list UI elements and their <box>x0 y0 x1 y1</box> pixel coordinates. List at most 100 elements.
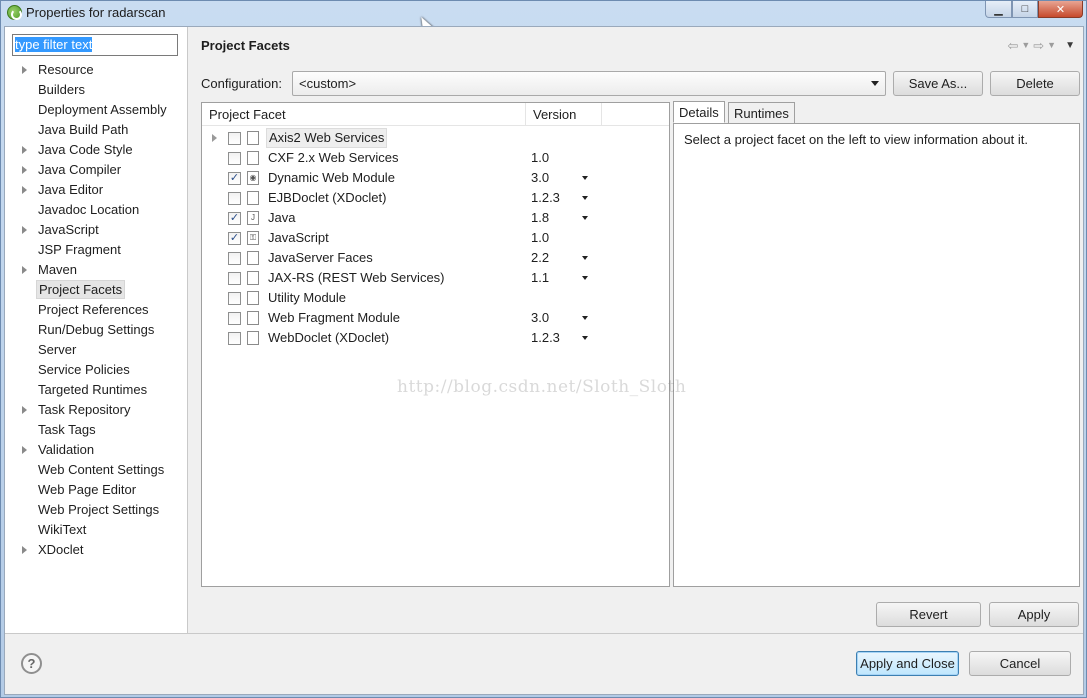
column-header-facet[interactable]: Project Facet <box>202 103 526 126</box>
facet-checkbox[interactable] <box>228 152 241 165</box>
tree-item[interactable]: Java Code Style <box>5 140 188 160</box>
tree-item[interactable]: Java Build Path <box>5 120 188 140</box>
facet-checkbox[interactable] <box>228 292 241 305</box>
tree-item[interactable]: Task Repository <box>5 400 188 420</box>
facet-version[interactable]: 1.0 <box>531 228 549 248</box>
facet-icon: ◉ <box>247 171 259 185</box>
facet-version[interactable]: 3.0 <box>531 168 549 188</box>
expand-arrow-icon[interactable] <box>22 266 27 274</box>
expand-arrow-icon[interactable] <box>22 226 27 234</box>
column-header-version[interactable]: Version <box>526 103 602 126</box>
cancel-button[interactable]: Cancel <box>969 651 1071 676</box>
facet-checkbox[interactable] <box>228 332 241 345</box>
tree-item[interactable]: Web Project Settings <box>5 500 188 520</box>
help-button[interactable]: ? <box>21 653 42 674</box>
facet-row[interactable]: CXF 2.x Web Services 1.0 <box>202 148 669 168</box>
tree-item[interactable]: Task Tags <box>5 420 188 440</box>
facet-checkbox[interactable] <box>228 272 241 285</box>
tree-item[interactable]: JavaScript <box>5 220 188 240</box>
revert-button[interactable]: Revert <box>876 602 981 627</box>
facet-row[interactable]: ✓ ◉ Dynamic Web Module 3.0 <box>202 168 669 188</box>
facet-checkbox[interactable] <box>228 132 241 145</box>
facet-row[interactable]: Axis2 Web Services <box>202 128 669 148</box>
page-title: Project Facets <box>201 38 290 53</box>
version-dropdown-icon[interactable] <box>582 256 588 260</box>
expand-arrow-icon[interactable] <box>22 166 27 174</box>
facet-version[interactable]: 1.2.3 <box>531 188 560 208</box>
back-arrow-icon[interactable]: ⇦ <box>1007 38 1018 54</box>
tree-item[interactable]: Builders <box>5 80 188 100</box>
window-title: Properties for radarscan <box>26 5 166 20</box>
facet-row[interactable]: JAX-RS (REST Web Services) 1.1 <box>202 268 669 288</box>
delete-button[interactable]: Delete <box>990 71 1080 96</box>
expand-arrow-icon[interactable] <box>22 146 27 154</box>
tree-item[interactable]: Web Page Editor <box>5 480 188 500</box>
expand-arrow-icon[interactable] <box>22 66 27 74</box>
tree-item[interactable]: Validation <box>5 440 188 460</box>
back-dropdown-icon[interactable]: ▼ <box>1021 38 1030 54</box>
configuration-select[interactable]: <custom> <box>292 71 886 96</box>
facet-row[interactable]: Utility Module <box>202 288 669 308</box>
tree-item[interactable]: Maven <box>5 260 188 280</box>
tree-item[interactable]: Project Facets <box>5 280 188 300</box>
tree-item[interactable]: Java Compiler <box>5 160 188 180</box>
facet-checkbox[interactable] <box>228 192 241 205</box>
forward-arrow-icon[interactable]: ⇨ <box>1033 38 1044 54</box>
close-button[interactable]: ✕ <box>1038 1 1083 18</box>
minimize-button[interactable]: ▁ <box>985 1 1012 18</box>
facet-checkbox[interactable]: ✓ <box>228 212 241 225</box>
tree-item[interactable]: Deployment Assembly <box>5 100 188 120</box>
view-menu-icon[interactable]: ▼ <box>1065 38 1075 54</box>
facet-checkbox[interactable] <box>228 312 241 325</box>
maximize-button[interactable]: □ <box>1012 1 1038 18</box>
tree-item[interactable]: Targeted Runtimes <box>5 380 188 400</box>
tree-item[interactable]: Javadoc Location <box>5 200 188 220</box>
version-dropdown-icon[interactable] <box>582 196 588 200</box>
tab-details[interactable]: Details <box>673 101 725 123</box>
expand-arrow-icon[interactable] <box>22 546 27 554</box>
preference-tree-pane: type filter text Resource Builders Deploym… <box>5 27 188 633</box>
facet-version[interactable]: 1.2.3 <box>531 328 560 348</box>
version-dropdown-icon[interactable] <box>582 336 588 340</box>
facet-version[interactable]: 2.2 <box>531 248 549 268</box>
facet-row[interactable]: JavaServer Faces 2.2 <box>202 248 669 268</box>
version-dropdown-icon[interactable] <box>582 216 588 220</box>
tree-item-label: Targeted Runtimes <box>38 382 148 397</box>
facet-version[interactable]: 3.0 <box>531 308 549 328</box>
expand-arrow-icon[interactable] <box>22 186 27 194</box>
facet-version[interactable]: 1.0 <box>531 148 549 168</box>
tree-item[interactable]: WikiText <box>5 520 188 540</box>
apply-and-close-button[interactable]: Apply and Close <box>856 651 959 676</box>
tree-item[interactable]: Server <box>5 340 188 360</box>
facet-row[interactable]: ✓ ⚿ JavaScript 1.0 <box>202 228 669 248</box>
expand-arrow-icon[interactable] <box>22 406 27 414</box>
facet-checkbox[interactable]: ✓ <box>228 172 241 185</box>
save-as-button[interactable]: Save As... <box>893 71 983 96</box>
version-dropdown-icon[interactable] <box>582 316 588 320</box>
facet-row[interactable]: ✓ J Java 1.8 <box>202 208 669 228</box>
facet-version[interactable]: 1.1 <box>531 268 549 288</box>
tree-item[interactable]: Run/Debug Settings <box>5 320 188 340</box>
tab-runtimes[interactable]: Runtimes <box>728 102 795 124</box>
tree-item[interactable]: JSP Fragment <box>5 240 188 260</box>
facet-row[interactable]: Web Fragment Module 3.0 <box>202 308 669 328</box>
apply-button[interactable]: Apply <box>989 602 1079 627</box>
tree-item[interactable]: Service Policies <box>5 360 188 380</box>
facet-row[interactable]: EJBDoclet (XDoclet) 1.2.3 <box>202 188 669 208</box>
tree-item[interactable]: Java Editor <box>5 180 188 200</box>
version-dropdown-icon[interactable] <box>582 176 588 180</box>
version-dropdown-icon[interactable] <box>582 276 588 280</box>
tree-item[interactable]: Project References <box>5 300 188 320</box>
tree-item[interactable]: XDoclet <box>5 540 188 560</box>
title-bar[interactable]: Properties for radarscan ▁ □ ✕ <box>1 1 1086 25</box>
expand-arrow-icon[interactable] <box>212 134 217 142</box>
filter-input[interactable]: type filter text <box>12 34 178 56</box>
tree-item[interactable]: Web Content Settings <box>5 460 188 480</box>
facet-row[interactable]: WebDoclet (XDoclet) 1.2.3 <box>202 328 669 348</box>
facet-checkbox[interactable] <box>228 252 241 265</box>
facet-checkbox[interactable]: ✓ <box>228 232 241 245</box>
facet-version[interactable]: 1.8 <box>531 208 549 228</box>
tree-item[interactable]: Resource <box>5 60 188 80</box>
expand-arrow-icon[interactable] <box>22 446 27 454</box>
forward-dropdown-icon[interactable]: ▼ <box>1047 38 1056 54</box>
